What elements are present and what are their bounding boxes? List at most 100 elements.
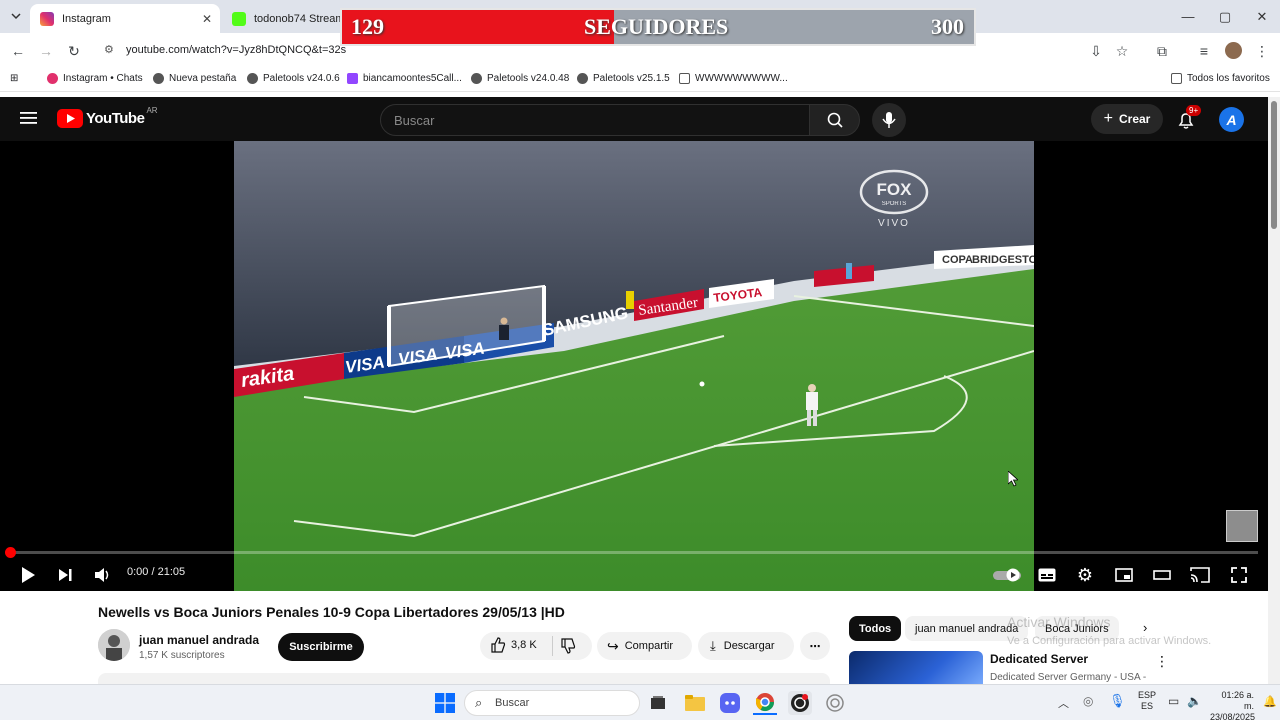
account-avatar[interactable]: A [1219,107,1244,132]
task-view-icon[interactable] [646,691,670,715]
like-dislike-group: 3,8 K [480,632,592,660]
tray-app-icon[interactable]: ◎ [1083,694,1093,708]
profile-avatar[interactable] [1225,42,1242,59]
language-indicator[interactable]: ESP ES [1138,690,1156,712]
video-frame[interactable]: rakita VISA VISA VISA SAMSUNG Santander … [234,141,1034,591]
channel-watermark[interactable] [1226,510,1258,542]
network-icon[interactable]: ▭ [1168,694,1179,708]
autoplay-toggle[interactable] [992,563,1022,587]
page-scrollbar[interactable] [1268,97,1280,684]
instagram-icon [47,73,58,84]
follower-current: 129 [351,14,384,39]
tray-microphone-icon[interactable]: 🎙 [1109,693,1126,709]
subtitles-button[interactable] [1035,563,1059,587]
recommendation-menu-icon[interactable]: ⋮ [1155,653,1169,670]
forward-icon[interactable]: → [34,39,58,63]
dislike-button[interactable] [560,638,576,657]
svg-text:SPORTS: SPORTS [882,201,907,207]
minimize-icon[interactable]: — [1170,0,1206,33]
recommendation-thumbnail[interactable] [849,651,983,684]
video-player[interactable]: rakita VISA VISA VISA SAMSUNG Santander … [0,141,1268,591]
chrome-icon[interactable] [753,691,777,715]
windows-activation-hint: Ve a Configuración para activar Windows. [1007,635,1212,647]
fullscreen-button[interactable] [1227,563,1251,587]
share-icon: ↪ [607,637,619,654]
media-controls-icon[interactable]: ≡ [1192,39,1216,63]
tray-overflow-chevron-icon[interactable]: ︿ [1058,695,1069,711]
file-explorer-icon[interactable] [683,691,707,715]
more-actions-button[interactable]: ⋯ [800,632,830,660]
mouse-cursor-icon [1007,470,1020,490]
recommendation-subtitle: Dedicated Server Germany - USA - [990,672,1147,683]
voice-search-button[interactable] [872,103,906,137]
download-button[interactable]: ⤓ Descargar [698,632,794,660]
reload-icon[interactable]: ↻ [62,39,86,63]
window-close-icon[interactable]: ✕ [1244,0,1280,33]
video-progress-bar[interactable] [5,547,1258,558]
next-button[interactable] [53,563,77,587]
back-icon[interactable]: ← [6,39,30,63]
globe-icon [247,73,258,84]
subscribe-button[interactable]: Suscribirme [278,633,364,661]
hamburger-menu-icon[interactable] [20,111,37,125]
chip-all[interactable]: Todos [849,616,902,641]
fullscreen-icon [1231,567,1247,583]
kick-icon [232,11,246,26]
tab-kick-stream[interactable]: todonob74 Stream - \ [222,4,357,33]
chips-next-chevron-icon[interactable]: › [1143,620,1147,635]
settings-button[interactable]: ⚙ [1073,563,1097,587]
bookmark-paletools-24048[interactable]: Paletools v24.0.48 [471,73,569,84]
create-button[interactable]: + Crear [1091,104,1163,134]
notifications-bell-icon[interactable]: 9+ [1176,105,1202,130]
instagram-icon [40,11,54,26]
gear-icon: ⚙ [1076,564,1094,585]
like-button[interactable] [490,637,506,656]
description-box[interactable] [98,673,830,684]
clock[interactable]: 01:26 a. m. 23/08/2025 [1210,690,1255,723]
youtube-search-input[interactable]: Buscar [380,104,810,136]
bookmark-nueva-pestana[interactable]: Nueva pestaña [153,73,236,84]
speaker-icon[interactable]: 🔈 [1187,694,1202,708]
install-app-icon[interactable]: ⇩ [1084,39,1108,63]
all-bookmarks[interactable]: Todos los favoritos [1171,73,1270,84]
bookmark-bianca-call[interactable]: biancamoontes5Call... [347,73,462,84]
youtube-masthead: YouTube AR Buscar + Crear 9+ A [0,97,1268,141]
obs-icon[interactable] [788,691,812,715]
scrollbar-thumb[interactable] [1271,101,1277,229]
globe-icon [153,73,164,84]
cast-button[interactable] [1188,563,1212,587]
bookmark-star-icon[interactable]: ☆ [1110,39,1134,63]
notification-center-icon[interactable]: 🔔 [1263,695,1277,708]
channel-name[interactable]: juan manuel andrada [139,633,259,647]
bookmark-instagram-chats[interactable]: Instagram • Chats [47,73,143,84]
volume-button[interactable] [91,563,115,587]
scrubber-handle[interactable] [5,547,16,558]
play-button[interactable] [16,563,40,587]
bookmark-paletools-2406[interactable]: Paletools v24.0.6 [247,73,340,84]
microphone-icon [882,112,896,128]
site-info-icon[interactable]: ⚙ [104,43,114,56]
close-tab-icon[interactable]: ✕ [202,12,212,26]
taskbar-search-box[interactable]: ⌕ Buscar [464,690,640,716]
app-icon[interactable] [823,691,847,715]
channel-avatar[interactable] [98,629,130,661]
cast-icon [1190,567,1210,583]
tab-instagram[interactable]: Instagram ✕ [30,4,220,33]
discord-icon[interactable] [718,691,742,715]
maximize-icon[interactable]: ▢ [1207,0,1243,33]
recommendation-title[interactable]: Dedicated Server [990,652,1088,666]
referee [626,291,634,309]
theater-mode-button[interactable] [1150,563,1174,587]
extensions-icon[interactable]: ⧉ [1150,39,1174,63]
windows-activation-title: Activar Windows [1007,614,1111,630]
share-button[interactable]: ↪ Compartir [597,632,692,660]
miniplayer-button[interactable] [1112,563,1136,587]
youtube-logo[interactable]: YouTube AR [57,106,158,128]
windows-start-icon[interactable] [433,691,457,715]
browser-menu-icon[interactable]: ⋮ [1250,39,1274,63]
apps-grid-icon[interactable]: ⊞ [10,73,18,84]
bookmark-paletools-2515[interactable]: Paletools v25.1.5 [577,73,670,84]
search-button[interactable] [809,104,860,136]
bookmark-folder-www[interactable]: WWWWWWWWW... [679,73,788,84]
tab-search-chevron-icon[interactable] [8,8,24,24]
